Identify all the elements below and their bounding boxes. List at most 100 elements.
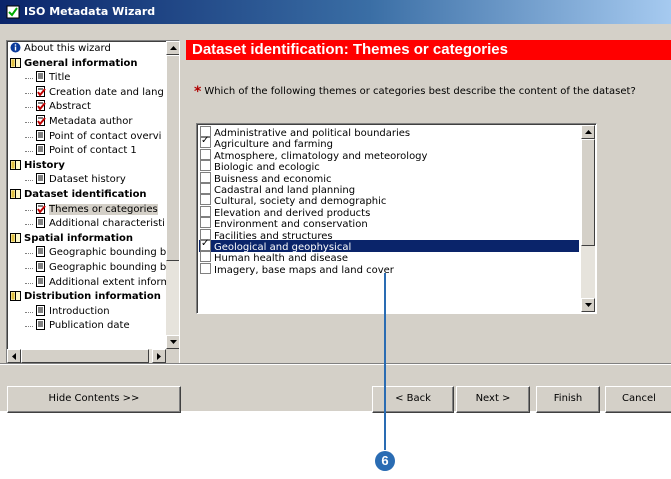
page-check-icon xyxy=(35,115,49,128)
theme-checkbox[interactable] xyxy=(200,262,211,274)
book-icon xyxy=(10,159,24,172)
toc-item[interactable]: History xyxy=(10,159,65,172)
theme-checkbox[interactable] xyxy=(200,135,211,149)
arrow-up-icon xyxy=(169,46,177,50)
book-icon xyxy=(10,232,24,245)
tree-connector xyxy=(25,268,33,269)
toc-item[interactable]: Distribution information xyxy=(10,290,161,303)
toc-item[interactable]: Creation date and lang xyxy=(35,85,164,99)
toc-item[interactable]: Point of contact overvi xyxy=(35,129,161,143)
theme-option[interactable]: Geological and geophysical xyxy=(199,238,579,253)
toc-item[interactable]: Geographic bounding b xyxy=(35,261,166,274)
toc-item-label: Distribution information xyxy=(24,291,161,303)
themes-checklist[interactable]: Administrative and political boundariesA… xyxy=(196,123,597,314)
toc-item[interactable]: Additional characteristi xyxy=(35,217,165,230)
finish-button[interactable]: Finish xyxy=(536,386,600,413)
arrow-left-icon xyxy=(12,352,16,360)
callout-number-badge: 6 xyxy=(375,451,395,471)
toc-item-label: Themes or categories xyxy=(49,203,158,215)
themes-scroll-thumb[interactable] xyxy=(581,139,595,246)
page-icon xyxy=(35,319,49,332)
callout-leader-line xyxy=(384,273,386,450)
toc-item[interactable]: Title xyxy=(35,71,70,84)
toc-item[interactable]: Point of contact 1 xyxy=(35,144,137,157)
toc-item-label: Metadata author xyxy=(49,116,133,127)
arrow-down-icon xyxy=(584,303,592,307)
theme-option[interactable]: Administrative and political boundaries xyxy=(199,126,579,139)
question-label: Which of the following themes or categor… xyxy=(204,86,636,97)
theme-option[interactable]: Atmosphere, climatology and meteorology xyxy=(199,148,579,162)
theme-checkbox[interactable] xyxy=(200,194,211,206)
tree-connector xyxy=(25,122,33,123)
tree-connector xyxy=(25,92,33,94)
cancel-label: Cancel xyxy=(622,393,656,404)
theme-option[interactable]: Biologic and ecologic xyxy=(199,160,579,173)
toc-item[interactable]: Dataset history xyxy=(35,173,126,186)
theme-checkbox[interactable] xyxy=(200,205,211,217)
toc-item[interactable]: Spatial information xyxy=(10,232,133,245)
tree-connector xyxy=(25,136,33,138)
theme-option[interactable]: Human health and disease xyxy=(199,251,579,264)
window-title-bar[interactable]: ISO Metadata Wizard xyxy=(0,0,671,24)
theme-option[interactable]: Imagery, base maps and land cover xyxy=(199,262,579,276)
toc-item-label: Spatial information xyxy=(24,232,134,244)
page-icon xyxy=(35,144,49,157)
toc-item-label: Publication date xyxy=(49,320,130,332)
theme-checkbox[interactable] xyxy=(200,171,211,183)
theme-checkbox[interactable] xyxy=(200,183,211,194)
page-title: Dataset identification: Themes or catego… xyxy=(186,40,671,60)
themes-scroll-up-button[interactable] xyxy=(581,125,595,139)
toc-item[interactable]: General information xyxy=(10,57,138,70)
contents-tree[interactable]: About this wizard General information Titl… xyxy=(6,40,180,365)
theme-option[interactable]: Environment and conservation xyxy=(199,217,579,230)
themes-scroll-down-button[interactable] xyxy=(581,298,595,312)
theme-option[interactable]: Buisness and economic xyxy=(199,171,579,185)
theme-option[interactable]: Agriculture and farming xyxy=(199,135,579,150)
hide-contents-label: Hide Contents >> xyxy=(48,393,140,404)
theme-checkbox[interactable] xyxy=(200,160,211,172)
toc-item[interactable]: Metadata author xyxy=(35,115,133,128)
theme-option[interactable]: Cultural, society and demographic xyxy=(199,194,579,207)
page-icon xyxy=(35,304,49,318)
toc-item-label: Title xyxy=(49,72,71,84)
scroll-up-button[interactable] xyxy=(166,41,179,55)
theme-option[interactable]: Elevation and derived products xyxy=(199,205,579,219)
wizard-app-icon xyxy=(6,5,20,19)
page-icon xyxy=(35,261,49,274)
scroll-left-button[interactable] xyxy=(7,349,21,363)
scroll-down-button[interactable] xyxy=(166,335,179,349)
toc-item[interactable]: Additional extent inform xyxy=(35,275,170,289)
hide-contents-button[interactable]: Hide Contents >> xyxy=(7,386,181,413)
cancel-button[interactable]: Cancel xyxy=(605,386,671,413)
toc-item[interactable]: Abstract xyxy=(35,100,91,113)
next-button[interactable]: Next > xyxy=(456,386,530,413)
theme-option[interactable]: Facilities and structures xyxy=(199,228,579,242)
toc-item-label: History xyxy=(24,159,65,171)
theme-checkbox[interactable] xyxy=(200,217,211,229)
scroll-thumb[interactable] xyxy=(166,55,179,261)
toc-item[interactable]: Dataset identification xyxy=(10,188,147,201)
tree-connector xyxy=(25,253,33,255)
toc-item[interactable]: Publication date xyxy=(35,319,130,332)
contents-horizontal-scrollbar[interactable] xyxy=(7,349,166,363)
toc-item[interactable]: About this wizard xyxy=(10,42,111,55)
toc-item-label: Abstract xyxy=(49,101,91,113)
scrollbar-corner xyxy=(166,349,179,363)
theme-checkbox[interactable] xyxy=(200,238,211,251)
toc-item[interactable]: Themes or categories xyxy=(35,202,158,216)
contents-vertical-scrollbar[interactable] xyxy=(166,41,179,349)
toc-item-label: Introduction xyxy=(49,305,110,317)
next-label: Next > xyxy=(475,393,511,404)
theme-checkbox[interactable] xyxy=(200,251,211,263)
page-icon xyxy=(35,129,49,143)
scroll-right-button[interactable] xyxy=(152,349,166,363)
page-icon xyxy=(35,173,49,186)
horizontal-scroll-thumb[interactable] xyxy=(21,349,149,363)
toc-item[interactable]: Geographic bounding b xyxy=(35,246,166,259)
theme-option[interactable]: Cadastral and land planning xyxy=(199,183,579,196)
themes-vertical-scrollbar[interactable] xyxy=(581,125,595,312)
question-text: * Which of the following themes or catego… xyxy=(194,84,664,100)
theme-checkbox[interactable] xyxy=(200,148,211,160)
arrow-up-icon xyxy=(584,130,592,134)
toc-item[interactable]: Introduction xyxy=(35,304,110,318)
